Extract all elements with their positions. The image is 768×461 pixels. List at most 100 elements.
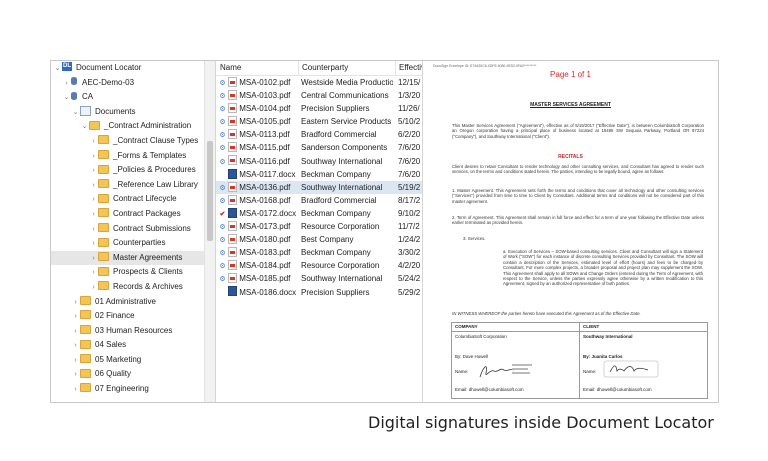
chevron-right-icon[interactable]: › [71, 368, 80, 383]
chevron-right-icon[interactable]: › [71, 325, 80, 340]
tree-item[interactable]: › 07 Engineering [51, 382, 204, 397]
tree-item[interactable]: › 06 Quality [51, 367, 204, 382]
table-row[interactable]: ⚙ MSA-0136.pdf Southway International 5/19… [216, 180, 422, 194]
tree-item[interactable]: ⌄ CA [51, 90, 204, 105]
tree-label: 01 Administrative [95, 296, 156, 306]
file-name: MSA-0103.pdf [239, 91, 291, 101]
column-header-effective[interactable]: Effectiv [395, 61, 422, 75]
tree-item[interactable]: › 03 Human Resources [51, 324, 204, 339]
tree-label: Master Agreements [113, 252, 183, 262]
table-row[interactable]: ⚙ MSA-0116.pdf Southway International 7/6/… [216, 155, 422, 168]
tree-item-selected[interactable]: › Master Agreements [51, 250, 204, 267]
chevron-right-icon[interactable]: › [71, 383, 80, 398]
folder-icon [98, 179, 109, 189]
pdf-file-icon [228, 194, 238, 205]
chevron-right-icon[interactable]: › [89, 281, 98, 296]
document-locator-icon: DL [62, 62, 72, 72]
tree-item[interactable]: ⌄ _Contract Administration [51, 119, 204, 134]
tree-item[interactable]: › _Forms & Templates [51, 149, 204, 164]
word-file-icon [228, 207, 238, 218]
table-row[interactable]: ⚙ MSA-0173.pdf Resource Corporation 11/7/2 [216, 220, 422, 233]
pdf-file-icon [228, 142, 238, 153]
folder-icon [98, 193, 109, 203]
tree-item[interactable]: ⌄ Documents [51, 105, 204, 120]
tree-item[interactable]: › _Reference Law Library [51, 178, 204, 193]
chevron-right-icon[interactable]: › [89, 208, 98, 223]
effective-date-cell: 11/26/ [398, 104, 420, 114]
tree-item[interactable]: › _Policies & Procedures [51, 163, 204, 178]
counterparty-cell: Precision Suppliers [301, 104, 370, 114]
tree-item[interactable]: › Contract Submissions [51, 222, 204, 237]
chevron-right-icon[interactable]: › [89, 266, 98, 281]
document-preview: DocuSign Envelope ID: E76430C6-0DF5-4080… [423, 61, 718, 402]
tree-item[interactable]: › 04 Sales [51, 338, 204, 353]
chevron-right-icon[interactable]: › [71, 310, 80, 325]
tree-label: 05 Marketing [95, 354, 142, 364]
client-name: Southway International [583, 334, 633, 339]
table-row[interactable]: ✔ MSA-0172.docx Beckman Company 9/10/2 [216, 207, 422, 220]
column-header-counterparty[interactable]: Counterparty [298, 61, 348, 75]
tree-item[interactable]: › Prospects & Clients [51, 265, 204, 280]
counterparty-cell: Resource Corporation [301, 222, 380, 232]
chevron-right-icon[interactable]: › [89, 135, 98, 150]
table-row[interactable]: ⚙ MSA-0102.pdf Westside Media Productio..… [216, 76, 422, 89]
table-row[interactable]: ⚙ MSA-0103.pdf Central Communications 1/3/… [216, 89, 422, 102]
table-row[interactable]: ⚙ MSA-0168.pdf Bradford Commercial 8/17/2 [216, 194, 422, 207]
chevron-right-icon[interactable]: › [89, 150, 98, 165]
pdf-file-icon [228, 220, 238, 231]
tree-root[interactable]: ⌄ DL Document Locator [51, 61, 204, 76]
chevron-right-icon[interactable]: › [89, 252, 98, 267]
company-signature [479, 364, 532, 378]
counterparty-cell: Bradford Commercial [301, 130, 377, 140]
table-row[interactable]: ⚙ MSA-0113.pdf Bradford Commercial 6/2/20 [216, 128, 422, 141]
chevron-down-icon[interactable]: ⌄ [71, 106, 80, 121]
counterparty-cell: Westside Media Productio... [301, 78, 393, 87]
chevron-right-icon[interactable]: › [62, 77, 71, 92]
document-list: Name ^ Counterparty Effectiv ⚙ MSA-0102.… [216, 61, 423, 402]
counterparty-cell: Resource Corporation [301, 261, 380, 271]
client-email: Email: dhowell@columbiasoft.com [583, 387, 652, 392]
chevron-right-icon[interactable]: › [71, 296, 80, 311]
tree-item[interactable]: › 02 Finance [51, 309, 204, 324]
tree-label: Documents [95, 106, 136, 116]
chevron-right-icon[interactable]: › [89, 223, 98, 238]
tree-label: _Contract Administration [104, 121, 192, 131]
clause-3: 3. Services. [463, 236, 486, 241]
database-icon [71, 77, 77, 86]
chevron-right-icon[interactable]: › [71, 354, 80, 369]
tree-item[interactable]: › Contract Packages [51, 207, 204, 222]
tree-label: _Policies & Procedures [113, 165, 196, 175]
tree-item[interactable]: › _Contract Clause Types [51, 134, 204, 149]
chevron-right-icon[interactable]: › [89, 193, 98, 208]
table-row[interactable]: ⚙ MSA-0185.pdf Southway International 5/24… [216, 272, 422, 285]
tree-item[interactable]: › Records & Archives [51, 280, 204, 295]
tree-item[interactable]: › Counterparties [51, 236, 204, 251]
table-row[interactable]: MSA-0117.docx Beckman Company 7/6/20 [216, 168, 422, 181]
tree-item[interactable]: › Contract Lifecycle [51, 192, 204, 207]
chevron-right-icon[interactable]: › [89, 237, 98, 252]
chevron-right-icon[interactable]: › [71, 339, 80, 354]
tree-item[interactable]: › AEC-Demo-03 [51, 76, 204, 91]
chevron-down-icon[interactable]: ⌄ [80, 120, 89, 135]
chevron-right-icon[interactable]: › [89, 179, 98, 194]
table-row[interactable]: ⚙ MSA-0184.pdf Resource Corporation 4/2/20 [216, 259, 422, 272]
table-row[interactable]: ⚙ MSA-0105.pdf Eastern Service Products 5/… [216, 115, 422, 128]
chevron-down-icon[interactable]: ⌄ [53, 62, 62, 77]
chevron-down-icon[interactable]: ⌄ [62, 91, 71, 106]
tree-item[interactable]: › 01 Administrative [51, 295, 204, 310]
counterparty-cell: Precision Suppliers [301, 287, 370, 297]
tree-item[interactable]: › 05 Marketing [51, 353, 204, 368]
pdf-file-icon [228, 155, 238, 166]
table-row[interactable]: ⚙ MSA-0115.pdf Sanderson Components 7/6/20 [216, 141, 422, 154]
table-row[interactable]: MSA-0186.docx Precision Suppliers 5/29/2 [216, 286, 422, 299]
counterparty-cell: Central Communications [301, 91, 389, 101]
client-name-label: Name: [583, 369, 597, 374]
table-row[interactable]: ⚙ MSA-0183.pdf Beckman Company 3/30/2 [216, 246, 422, 259]
chevron-right-icon[interactable]: › [89, 164, 98, 179]
scrollbar-thumb[interactable] [207, 141, 213, 241]
tree-scrollbar[interactable] [204, 61, 216, 402]
effective-date-cell: 7/6/20 [398, 143, 421, 153]
table-row[interactable]: ⚙ MSA-0180.pdf Best Company 1/24/2 [216, 233, 422, 246]
table-row[interactable]: ⚙ MSA-0104.pdf Precision Suppliers 11/26/ [216, 102, 422, 115]
effective-date-cell: 6/2/20 [398, 130, 421, 140]
